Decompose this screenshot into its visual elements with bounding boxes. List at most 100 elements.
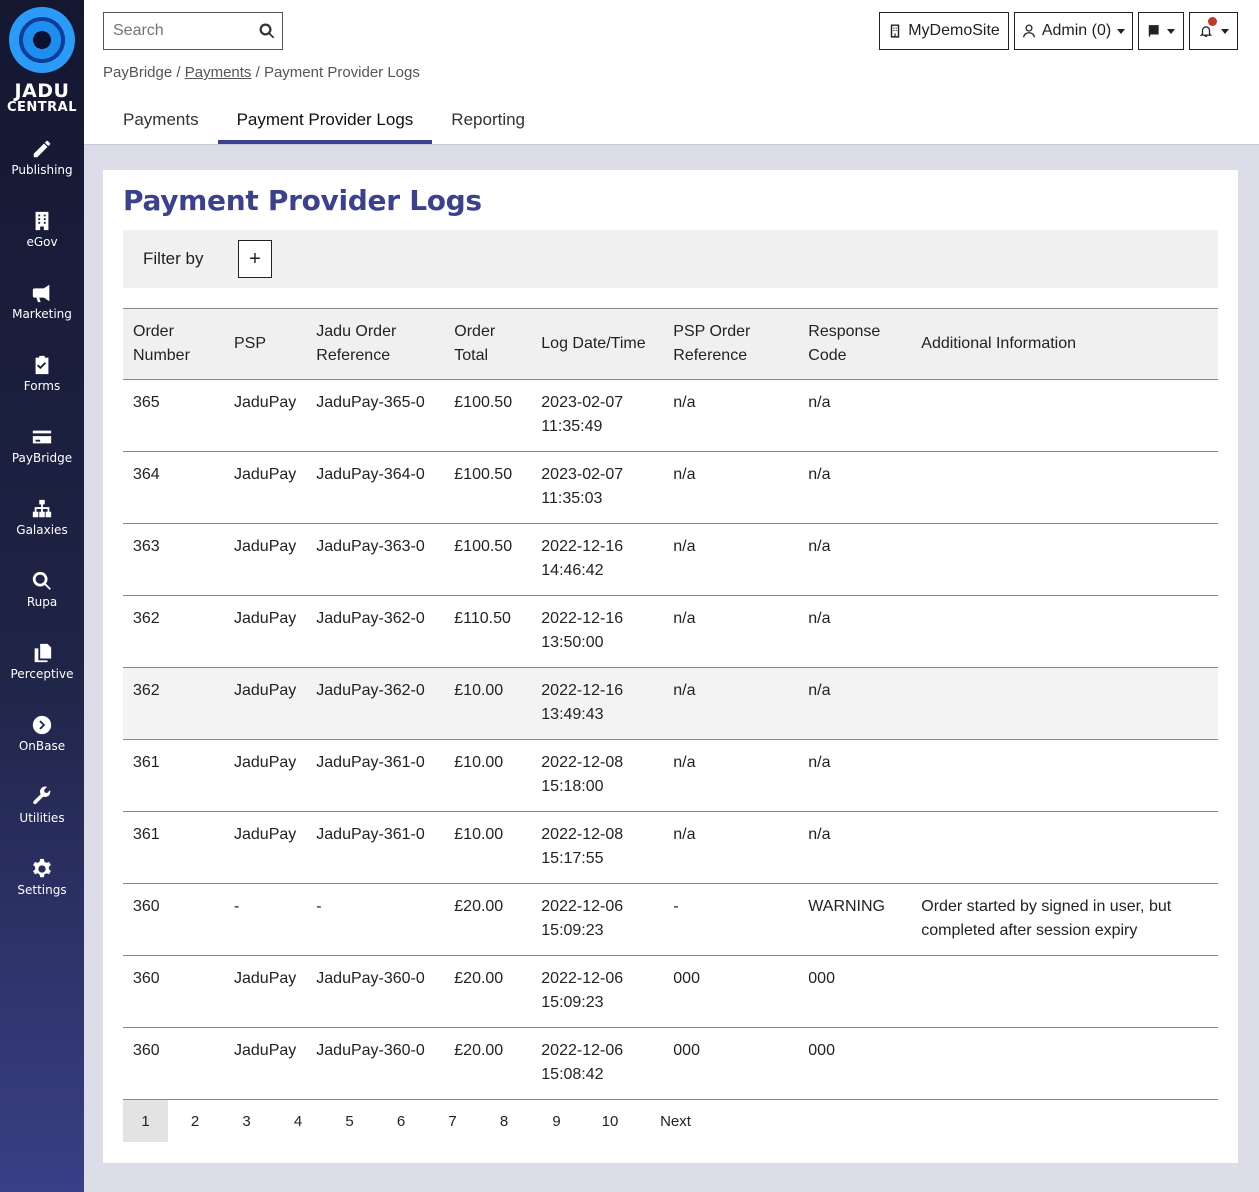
sidebar-item-settings[interactable]: Settings <box>0 858 84 918</box>
table-cell: n/a <box>663 379 799 452</box>
site-button[interactable]: MyDemoSite <box>879 12 1009 50</box>
bookmarks-menu-button[interactable] <box>1138 12 1184 50</box>
table-row: 362 JaduPay JaduPay-362-0 £110.50 2022-12-16… <box>123 595 1218 668</box>
table-cell: 2022-12-06 15:09:23 <box>531 955 664 1028</box>
credit-card-icon <box>32 430 52 444</box>
site-button-label: MyDemoSite <box>908 22 1000 39</box>
table-cell: 365 <box>123 379 224 452</box>
table-cell: n/a <box>798 451 912 524</box>
table-cell: 2022-12-08 15:18:00 <box>531 739 664 812</box>
table-cell: 362 <box>123 667 224 740</box>
table-cell: - <box>224 883 307 956</box>
table-cell: Order started by signed in user, but com… <box>911 883 1218 956</box>
table-cell: 2023-02-07 11:35:49 <box>531 379 664 452</box>
pencil-icon <box>33 140 51 158</box>
table-row: 360- - £20.00 2022-12-06 15:09:23- WARNING Or… <box>123 883 1218 956</box>
table-cell: 362 <box>123 595 224 668</box>
page-link[interactable]: 3 <box>222 1100 271 1142</box>
search-icon <box>32 571 51 590</box>
next-page-link[interactable]: Next <box>638 1100 713 1142</box>
table-cell: WARNING <box>798 883 912 956</box>
table-cell: 2022-12-16 13:49:43 <box>531 667 664 740</box>
table-cell: 2022-12-16 14:46:42 <box>531 523 664 596</box>
sitemap-icon <box>32 499 52 518</box>
table-cell: JaduPay <box>224 667 307 740</box>
page-link[interactable]: 1 <box>123 1100 168 1142</box>
add-filter-button[interactable]: + <box>238 240 272 278</box>
sidebar-item-perceptive[interactable]: Perceptive <box>0 642 84 702</box>
table-cell: JaduPay <box>224 739 307 812</box>
table-cell: JaduPay-363-0 <box>306 523 445 596</box>
tab-payments[interactable]: Payments <box>104 100 218 144</box>
filter-bar: Filter by + <box>123 230 1218 288</box>
wrench-icon <box>33 786 51 805</box>
sidebar-item-marketing[interactable]: Marketing <box>0 282 84 342</box>
sidebar-item-egov[interactable]: eGov <box>0 210 84 270</box>
page-link[interactable]: 10 <box>582 1100 638 1142</box>
table-cell: £10.00 <box>444 739 532 812</box>
page-link[interactable]: 4 <box>271 1100 325 1142</box>
table-cell: JaduPay-361-0 <box>306 739 445 812</box>
column-header: PSP <box>234 335 267 352</box>
tab-payment-provider-logs[interactable]: Payment Provider Logs <box>217 100 433 144</box>
table-cell: n/a <box>798 595 912 668</box>
logo-text-line2: CENTRAL <box>6 100 78 115</box>
table-cell <box>911 739 1218 812</box>
sidebar-item-rupa[interactable]: Rupa <box>0 570 84 630</box>
search-icon[interactable] <box>258 22 276 40</box>
table-cell: n/a <box>663 451 799 524</box>
table-cell: 000 <box>663 955 799 1028</box>
table-cell: 361 <box>123 811 224 884</box>
gear-icon <box>33 858 51 878</box>
table-cell: 361 <box>123 739 224 812</box>
breadcrumb-link-payments[interactable]: Payments <box>185 64 252 81</box>
sidebar-item-publishing[interactable]: Publishing <box>0 138 84 198</box>
table-cell: £110.50 <box>444 595 532 668</box>
breadcrumb: PayBridge / Payments / Payment Provider … <box>103 64 420 81</box>
page-title: Payment Provider Logs <box>123 184 482 217</box>
sidebar-item-utilities[interactable]: Utilities <box>0 786 84 846</box>
admin-menu-button[interactable]: Admin (0) <box>1014 12 1133 50</box>
chevron-circle-icon <box>32 715 52 735</box>
sidebar-item-galaxies[interactable]: Galaxies <box>0 498 84 558</box>
column-header: Jadu Order Reference <box>316 323 397 364</box>
sidebar-item-label: OnBase <box>18 739 66 753</box>
search-input[interactable] <box>104 13 244 49</box>
sidebar-item-paybridge[interactable]: PayBridge <box>0 426 84 486</box>
breadcrumb-separator: / <box>255 64 260 81</box>
page-link[interactable]: 9 <box>531 1100 582 1142</box>
page-link[interactable]: 5 <box>325 1100 374 1142</box>
logs-table: Order Number PSP Jadu Order Reference Order… <box>123 308 1218 1100</box>
table-cell: n/a <box>798 523 912 596</box>
building-icon <box>890 24 900 38</box>
sidebar-item-forms[interactable]: Forms <box>0 354 84 414</box>
page-link[interactable]: 2 <box>168 1100 222 1142</box>
notifications-menu-button[interactable] <box>1189 12 1238 50</box>
jadu-logo-icon[interactable] <box>9 7 75 73</box>
pagination: 1 2 3 4 5 6 7 8 9 10 Next <box>123 1100 713 1142</box>
table-cell: JaduPay-361-0 <box>306 811 445 884</box>
user-icon <box>1022 24 1035 38</box>
table-cell: £100.50 <box>444 523 532 596</box>
table-cell: 000 <box>798 955 912 1028</box>
page-link[interactable]: 7 <box>428 1100 477 1142</box>
column-header: Response Code <box>808 323 881 364</box>
table-row: 364 JaduPay JaduPay-364-0 £100.50 2023-02-07… <box>123 451 1218 524</box>
chevron-down-icon <box>1220 28 1229 34</box>
sidebar-item-onbase[interactable]: OnBase <box>0 714 84 774</box>
page-link[interactable]: 6 <box>374 1100 428 1142</box>
table-cell: JaduPay <box>224 379 307 452</box>
table-cell: n/a <box>663 595 799 668</box>
table-cell: n/a <box>798 379 912 452</box>
table-cell: - <box>306 883 445 956</box>
table-cell: JaduPay-360-0 <box>306 955 445 1028</box>
sidebar-item-label: Rupa <box>26 595 58 609</box>
page-link[interactable]: 8 <box>477 1100 531 1142</box>
table-cell: n/a <box>663 523 799 596</box>
table-cell: n/a <box>798 667 912 740</box>
tab-reporting[interactable]: Reporting <box>432 100 544 144</box>
chevron-down-icon <box>1167 28 1175 34</box>
table-cell: £20.00 <box>444 1027 532 1100</box>
top-header: MyDemoSite Admin (0) PayBridge / Payment… <box>84 0 1259 145</box>
table-cell <box>911 667 1218 740</box>
